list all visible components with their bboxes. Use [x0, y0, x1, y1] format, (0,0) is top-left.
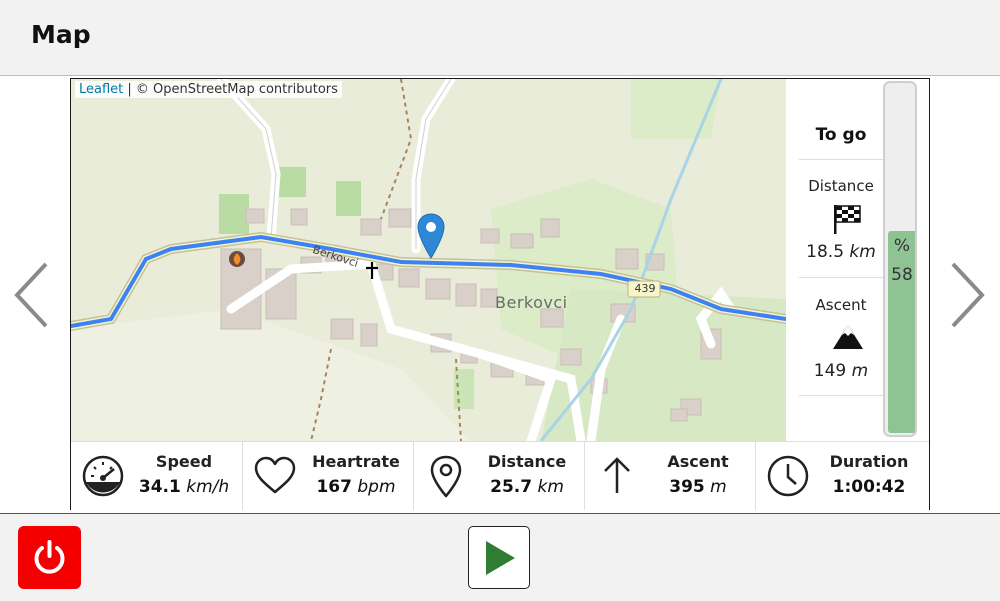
- next-page-button[interactable]: [947, 260, 987, 330]
- stat-speed: Speed 34.1 km/h: [71, 442, 242, 510]
- to-go-ascent-number: 149: [813, 361, 847, 381]
- map-pin-icon: [430, 455, 462, 498]
- previous-page-button[interactable]: [12, 260, 52, 330]
- play-button[interactable]: [468, 526, 530, 589]
- divider: [799, 395, 883, 396]
- map-tiles: [71, 79, 786, 441]
- stat-distance-unit: km: [537, 477, 564, 497]
- stat-heartrate: Heartrate 167 bpm: [242, 442, 414, 510]
- play-icon: [486, 541, 515, 575]
- progress-bar: % 58: [881, 79, 921, 441]
- stat-distance: Distance 25.7 km: [413, 442, 585, 510]
- heart-icon: [254, 456, 296, 494]
- stat-distance-value: 25.7 km: [470, 477, 584, 497]
- power-icon: [34, 540, 65, 574]
- chevron-left-icon: [14, 262, 48, 328]
- header: Map: [0, 0, 1000, 76]
- stat-distance-label: Distance: [487, 452, 567, 471]
- attribution-text: | © OpenStreetMap contributors: [123, 82, 338, 97]
- speedometer-icon: [82, 455, 124, 497]
- stat-heartrate-value: 167 bpm: [299, 477, 413, 497]
- stat-speed-number: 34.1: [138, 477, 181, 497]
- to-go-distance-label: Distance: [808, 177, 874, 195]
- page-title: Map: [31, 20, 91, 49]
- divider: [799, 159, 883, 160]
- stat-ascent: Ascent 395 m: [584, 442, 756, 510]
- leaflet-link[interactable]: Leaflet: [79, 82, 123, 97]
- to-go-heading: To go: [815, 125, 867, 145]
- footer: [0, 513, 1000, 601]
- to-go-distance-value: 18.5 km: [793, 242, 889, 262]
- ride-panel: Leaflet | © OpenStreetMap contributors B…: [70, 78, 930, 510]
- checkered-flag-icon: [834, 205, 861, 234]
- to-go-ascent-value: 149 m: [793, 361, 889, 381]
- stat-ascent-number: 395: [669, 477, 705, 497]
- progress-track: [883, 81, 917, 437]
- mountain-icon: [833, 325, 863, 349]
- map-view[interactable]: Leaflet | © OpenStreetMap contributors B…: [71, 79, 786, 441]
- map-attribution: Leaflet | © OpenStreetMap contributors: [75, 81, 342, 98]
- stat-duration-number: 1:00:42: [832, 477, 906, 497]
- stat-duration-label: Duration: [829, 452, 909, 471]
- to-go-distance-number: 18.5: [806, 242, 845, 262]
- progress-percent-symbol: %: [893, 236, 911, 256]
- divider: [799, 277, 883, 278]
- stat-speed-value: 34.1 km/h: [127, 477, 241, 497]
- stat-ascent-value: 395 m: [641, 477, 755, 497]
- to-go-panel: To go Distance 18.5 km Ascent 149 m: [787, 79, 883, 441]
- stat-ascent-label: Ascent: [667, 452, 729, 471]
- to-go-ascent-unit: m: [851, 361, 869, 381]
- location-marker-icon[interactable]: [416, 212, 446, 260]
- stat-duration: Duration 1:00:42: [755, 442, 930, 510]
- road-number-label: 439: [634, 282, 656, 295]
- chevron-right-icon: [951, 262, 985, 328]
- place-label: Berkovci: [495, 293, 568, 312]
- stat-speed-unit: km/h: [186, 477, 230, 497]
- stat-speed-label: Speed: [155, 452, 213, 471]
- stat-heartrate-label: Heartrate: [312, 452, 400, 471]
- clock-icon: [767, 455, 809, 497]
- power-button[interactable]: [18, 526, 81, 589]
- stat-duration-value: 1:00:42: [812, 477, 926, 497]
- stat-heartrate-number: 167: [316, 477, 352, 497]
- stat-heartrate-unit: bpm: [357, 477, 396, 497]
- progress-fill: [888, 231, 915, 433]
- progress-percent-value: 58: [891, 265, 913, 285]
- stat-ascent-unit: m: [710, 477, 727, 497]
- to-go-distance-unit: km: [849, 242, 876, 262]
- stats-bar: Speed 34.1 km/h Heartrate 167 bpm Distan…: [71, 441, 929, 510]
- arrow-up-icon: [604, 457, 630, 493]
- stat-distance-number: 25.7: [490, 477, 533, 497]
- to-go-ascent-label: Ascent: [815, 296, 867, 314]
